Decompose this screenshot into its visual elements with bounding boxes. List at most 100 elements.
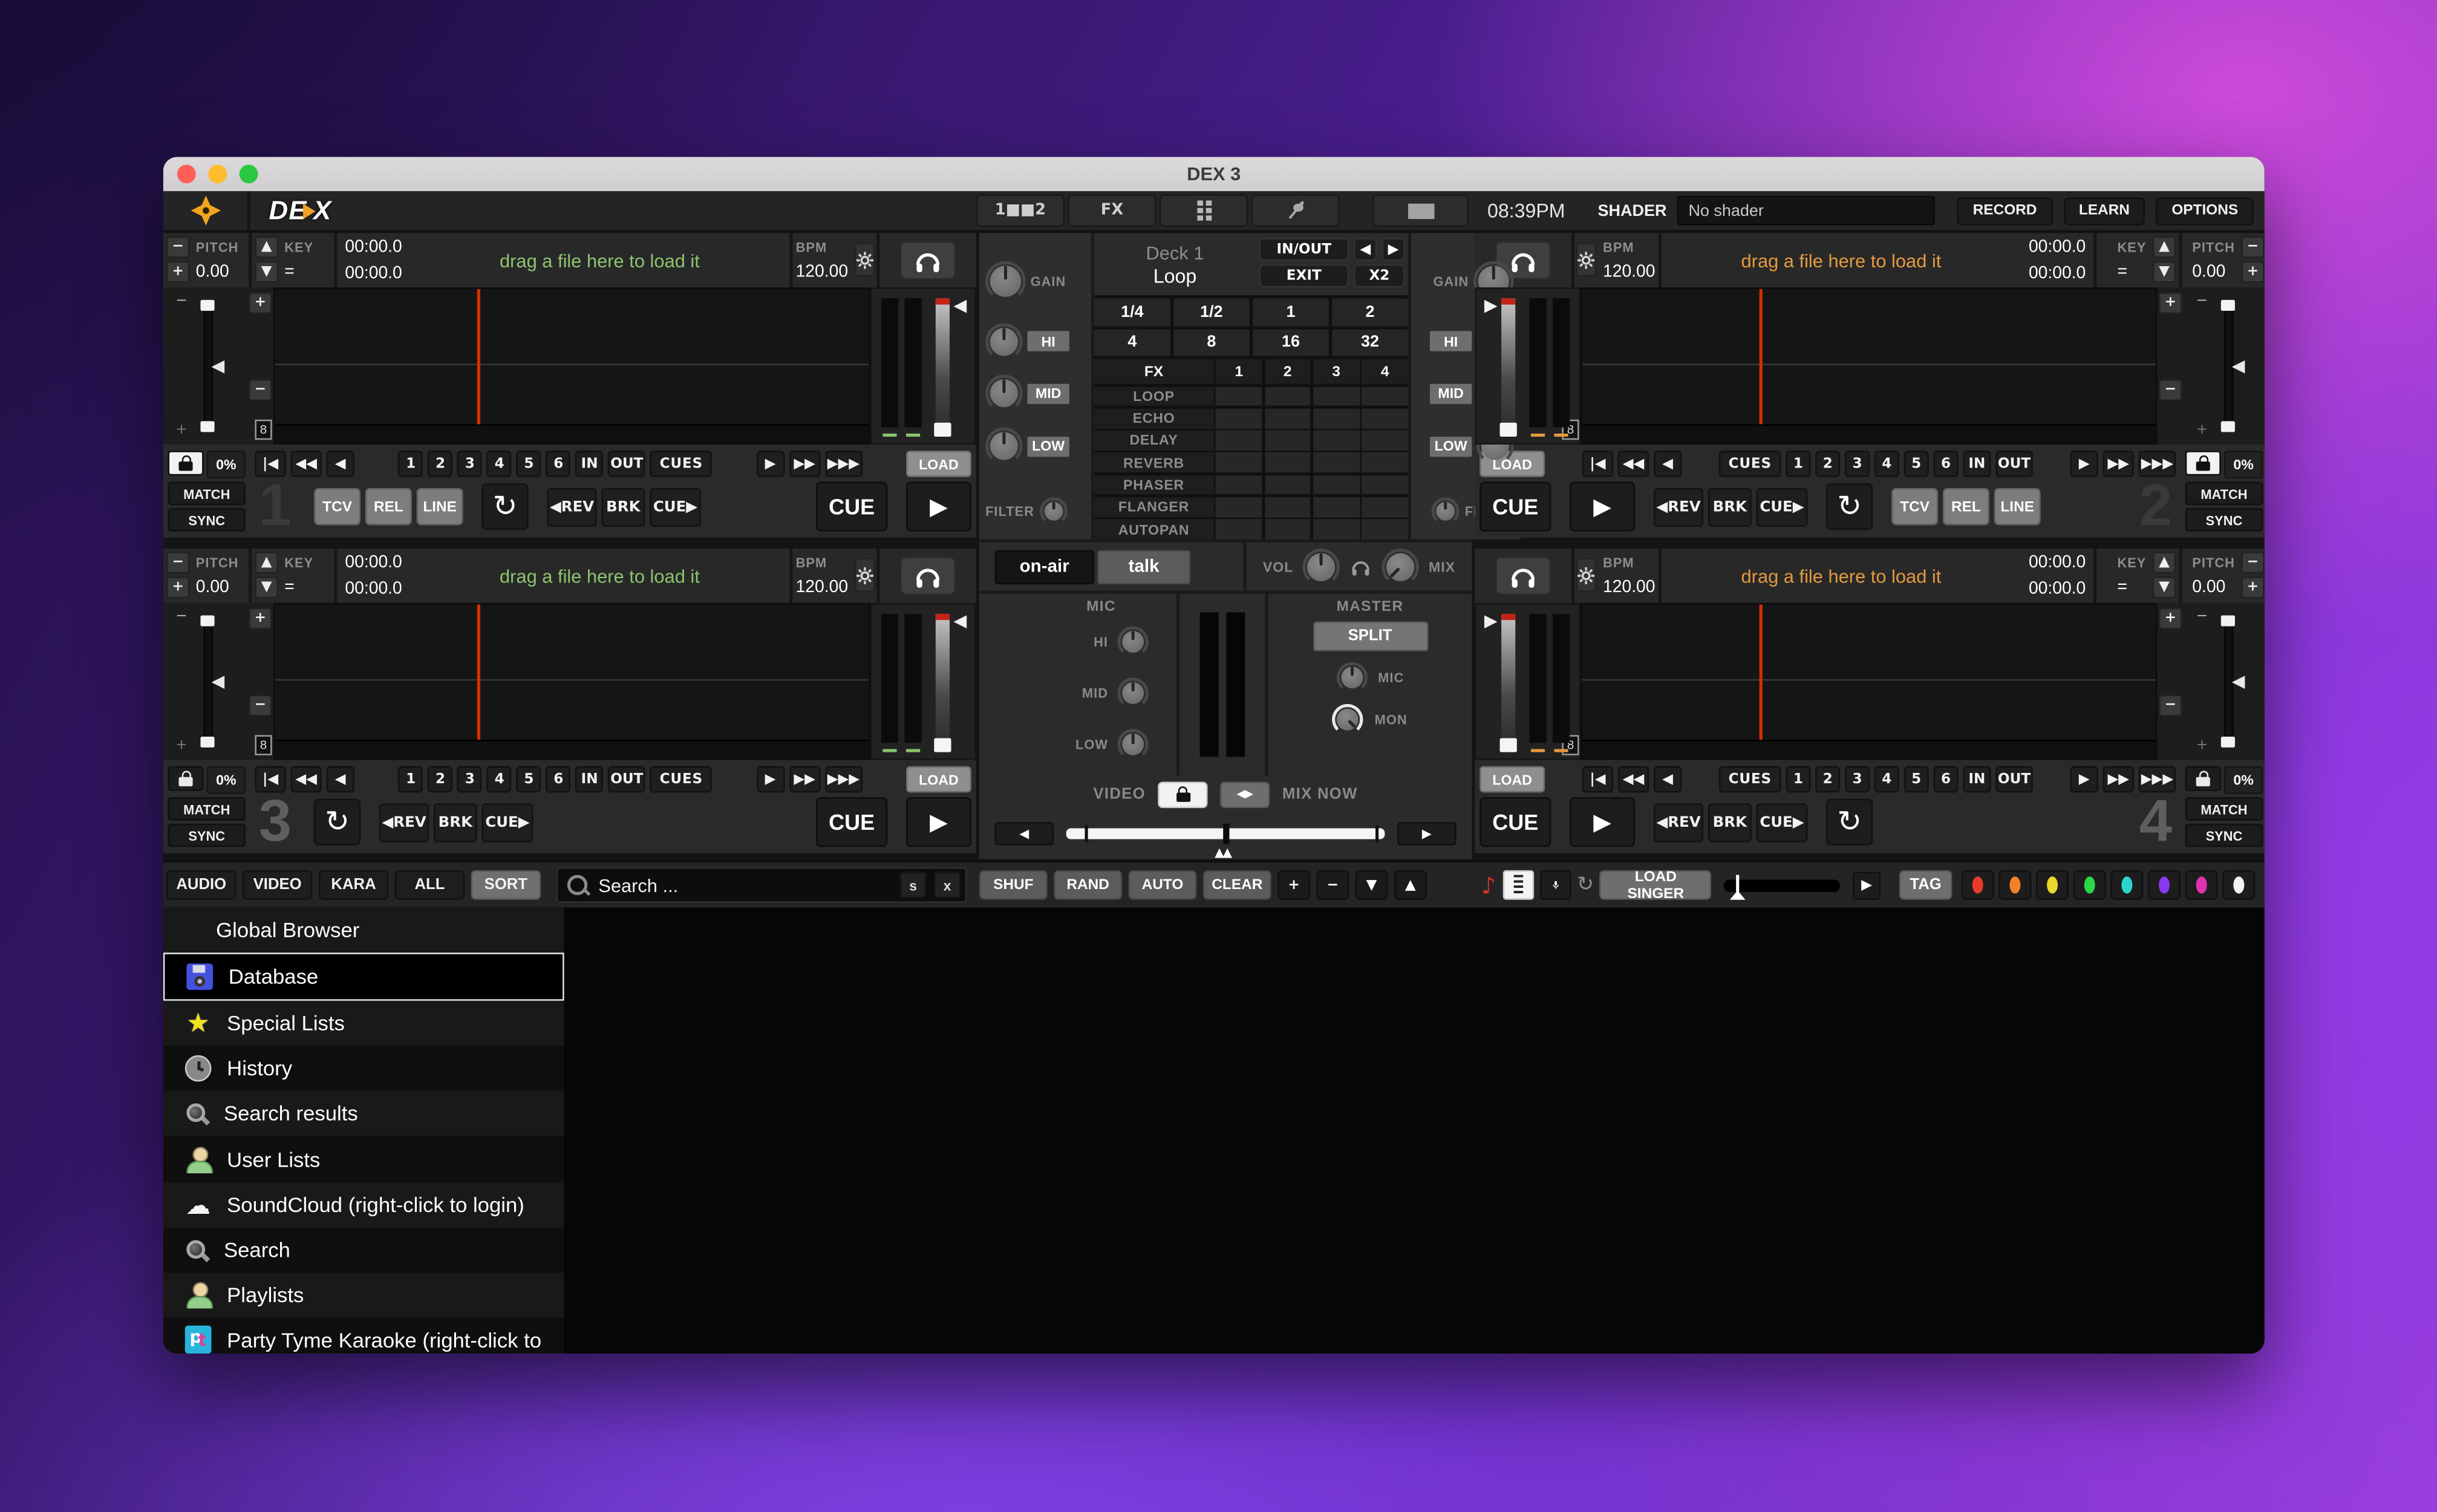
key-up-button[interactable]: ▲ <box>2153 552 2176 573</box>
talk-button[interactable]: talk <box>1097 549 1190 584</box>
media-filter-tab[interactable]: AUDIO <box>166 870 237 900</box>
video-preview-icon[interactable] <box>1372 194 1469 227</box>
fx-cell[interactable] <box>1264 475 1311 495</box>
hotcue-button[interactable]: 1 <box>1786 766 1810 793</box>
fast-forward-button[interactable]: ▶▶ <box>2103 451 2134 477</box>
low-kill-button[interactable]: LOW <box>1027 436 1069 456</box>
cue-play-button[interactable]: CUE▶ <box>650 487 701 526</box>
rel-button[interactable]: REL <box>1943 488 1989 526</box>
mid-kill-button[interactable]: MID <box>1430 383 1472 403</box>
fx-cell[interactable] <box>1264 408 1311 428</box>
mic-hi-knob[interactable] <box>1117 626 1148 657</box>
fast-forward-button[interactable]: ▶▶ <box>789 766 820 793</box>
play-button[interactable]: ▶ <box>1570 482 1635 532</box>
load-singer-button[interactable]: LOAD SINGER <box>1600 870 1711 900</box>
add-button[interactable]: + <box>1277 870 1310 900</box>
cues-button[interactable]: CUES <box>650 451 713 477</box>
headphone-icon[interactable] <box>1495 556 1551 595</box>
play-button[interactable]: ▶ <box>906 797 971 847</box>
wave-zoom-out-button[interactable]: − <box>249 695 272 717</box>
fx-slot-1[interactable]: 1 <box>1216 359 1262 384</box>
key-up-button[interactable]: ▲ <box>2153 236 2176 258</box>
singer-volume-slider[interactable] <box>1724 879 1840 891</box>
mid-kill-button[interactable]: MID <box>1027 383 1069 403</box>
sidebar-item[interactable]: Special Lists <box>163 1001 564 1046</box>
sync-button[interactable]: SYNC <box>168 824 246 847</box>
drag-file-hint[interactable]: drag a file here to load it <box>500 249 700 271</box>
loop-size-button[interactable]: 16 <box>1253 328 1329 356</box>
shader-select[interactable]: No shader <box>1677 196 1936 226</box>
waveform[interactable]: 8 <box>1581 287 2157 445</box>
video-lock-icon[interactable] <box>1158 781 1207 807</box>
match-button[interactable]: MATCH <box>168 797 246 821</box>
key-down-button[interactable]: ▼ <box>2153 261 2176 283</box>
bpm-settings-gear-icon[interactable] <box>1576 558 1596 592</box>
hotcue-button[interactable]: 3 <box>457 451 482 477</box>
loop-out-button[interactable]: OUT <box>1995 766 2033 793</box>
rewind-button[interactable]: ◀◀ <box>290 766 321 793</box>
drag-file-hint[interactable]: drag a file here to load it <box>1741 565 1942 587</box>
fx-slot-4[interactable]: 4 <box>1362 359 1408 384</box>
crossfade-left-button[interactable]: ◀ <box>994 821 1054 845</box>
deck-volume-fader[interactable]: ◀ <box>936 614 950 749</box>
skip-end-button[interactable]: ▶▶▶ <box>825 766 863 793</box>
deck-volume-fader[interactable]: ◀ <box>1501 614 1515 749</box>
waveform[interactable]: 8 <box>273 287 870 445</box>
filter-knob[interactable] <box>1432 497 1460 524</box>
crossfader[interactable]: ▲▲ <box>1066 827 1385 838</box>
rewind-button[interactable]: ◀◀ <box>290 451 321 477</box>
sidebar-item[interactable]: Playlists <box>163 1272 564 1318</box>
fx-cell[interactable] <box>1216 408 1262 428</box>
video-crossfade-icon[interactable]: ◀▶ <box>1220 781 1270 807</box>
hi-knob[interactable] <box>985 322 1023 360</box>
on-air-button[interactable]: on-air <box>994 549 1094 584</box>
cues-button[interactable]: CUES <box>650 766 713 793</box>
step-back-button[interactable]: ◀ <box>1654 451 1682 477</box>
media-filter-tab[interactable]: ALL <box>395 870 465 900</box>
color-tag-button[interactable] <box>2110 870 2143 900</box>
loop-size-button[interactable]: 8 <box>1173 328 1250 356</box>
fx-cell[interactable] <box>1216 475 1262 495</box>
color-tag-button[interactable] <box>1962 870 1994 900</box>
fx-effect-label[interactable]: AUTOPAN <box>1094 520 1213 539</box>
record-button[interactable]: RECORD <box>1957 197 2052 224</box>
drag-file-hint[interactable]: drag a file here to load it <box>500 565 700 587</box>
match-button[interactable]: MATCH <box>2185 482 2263 506</box>
tcv-button[interactable]: TCV <box>1891 488 1938 526</box>
line-button[interactable]: LINE <box>417 488 463 526</box>
sidebar-item[interactable]: Global Browser <box>163 908 564 953</box>
bpm-settings-gear-icon[interactable] <box>854 243 874 277</box>
cue-play-button[interactable]: CUE▶ <box>482 803 533 841</box>
skip-start-button[interactable]: |◀ <box>255 451 285 477</box>
headphone-icon[interactable] <box>900 556 956 595</box>
hotcue-button[interactable]: 4 <box>487 451 512 477</box>
pitch-lock-icon[interactable] <box>168 451 204 475</box>
fx-slot-2[interactable]: 2 <box>1264 359 1311 384</box>
deck-layout-toggle-button[interactable]: 1■■2 <box>976 194 1065 227</box>
loop-size-button[interactable]: 1/2 <box>1173 298 1250 325</box>
reverse-button[interactable]: ◀REV <box>379 803 429 841</box>
loop-size-button[interactable]: 32 <box>1332 328 1408 356</box>
loop-out-button[interactable]: OUT <box>1995 451 2033 477</box>
mid-knob[interactable] <box>985 375 1023 412</box>
step-back-button[interactable]: ◀ <box>327 451 354 477</box>
hotcue-button[interactable]: 1 <box>399 766 423 793</box>
loop-size-button[interactable]: 4 <box>1094 328 1170 356</box>
rotation-refresh-icon[interactable]: ↻ <box>1577 873 1594 897</box>
cue-play-button[interactable]: CUE▶ <box>1757 803 1808 841</box>
fx-cell[interactable] <box>1313 408 1360 428</box>
load-button[interactable]: LOAD <box>906 766 971 793</box>
search-clear-button[interactable]: x <box>934 872 961 898</box>
learn-button[interactable]: LEARN <box>2063 197 2145 224</box>
fx-cell[interactable] <box>1313 431 1360 451</box>
fast-forward-button[interactable]: ▶▶ <box>789 451 820 477</box>
fast-forward-button[interactable]: ▶▶ <box>2103 766 2134 793</box>
wave-zoom-in-button[interactable]: + <box>249 608 272 630</box>
rel-button[interactable]: REL <box>365 488 412 526</box>
fx-cell[interactable] <box>1264 431 1311 451</box>
headphone-mix-knob[interactable] <box>1382 548 1420 585</box>
loop-icon[interactable]: ↻ <box>1826 483 1873 530</box>
play-button[interactable]: ▶ <box>1570 797 1635 847</box>
move-up-button[interactable]: ▲ <box>1394 870 1427 900</box>
tag-button[interactable]: TAG <box>1899 870 1952 900</box>
